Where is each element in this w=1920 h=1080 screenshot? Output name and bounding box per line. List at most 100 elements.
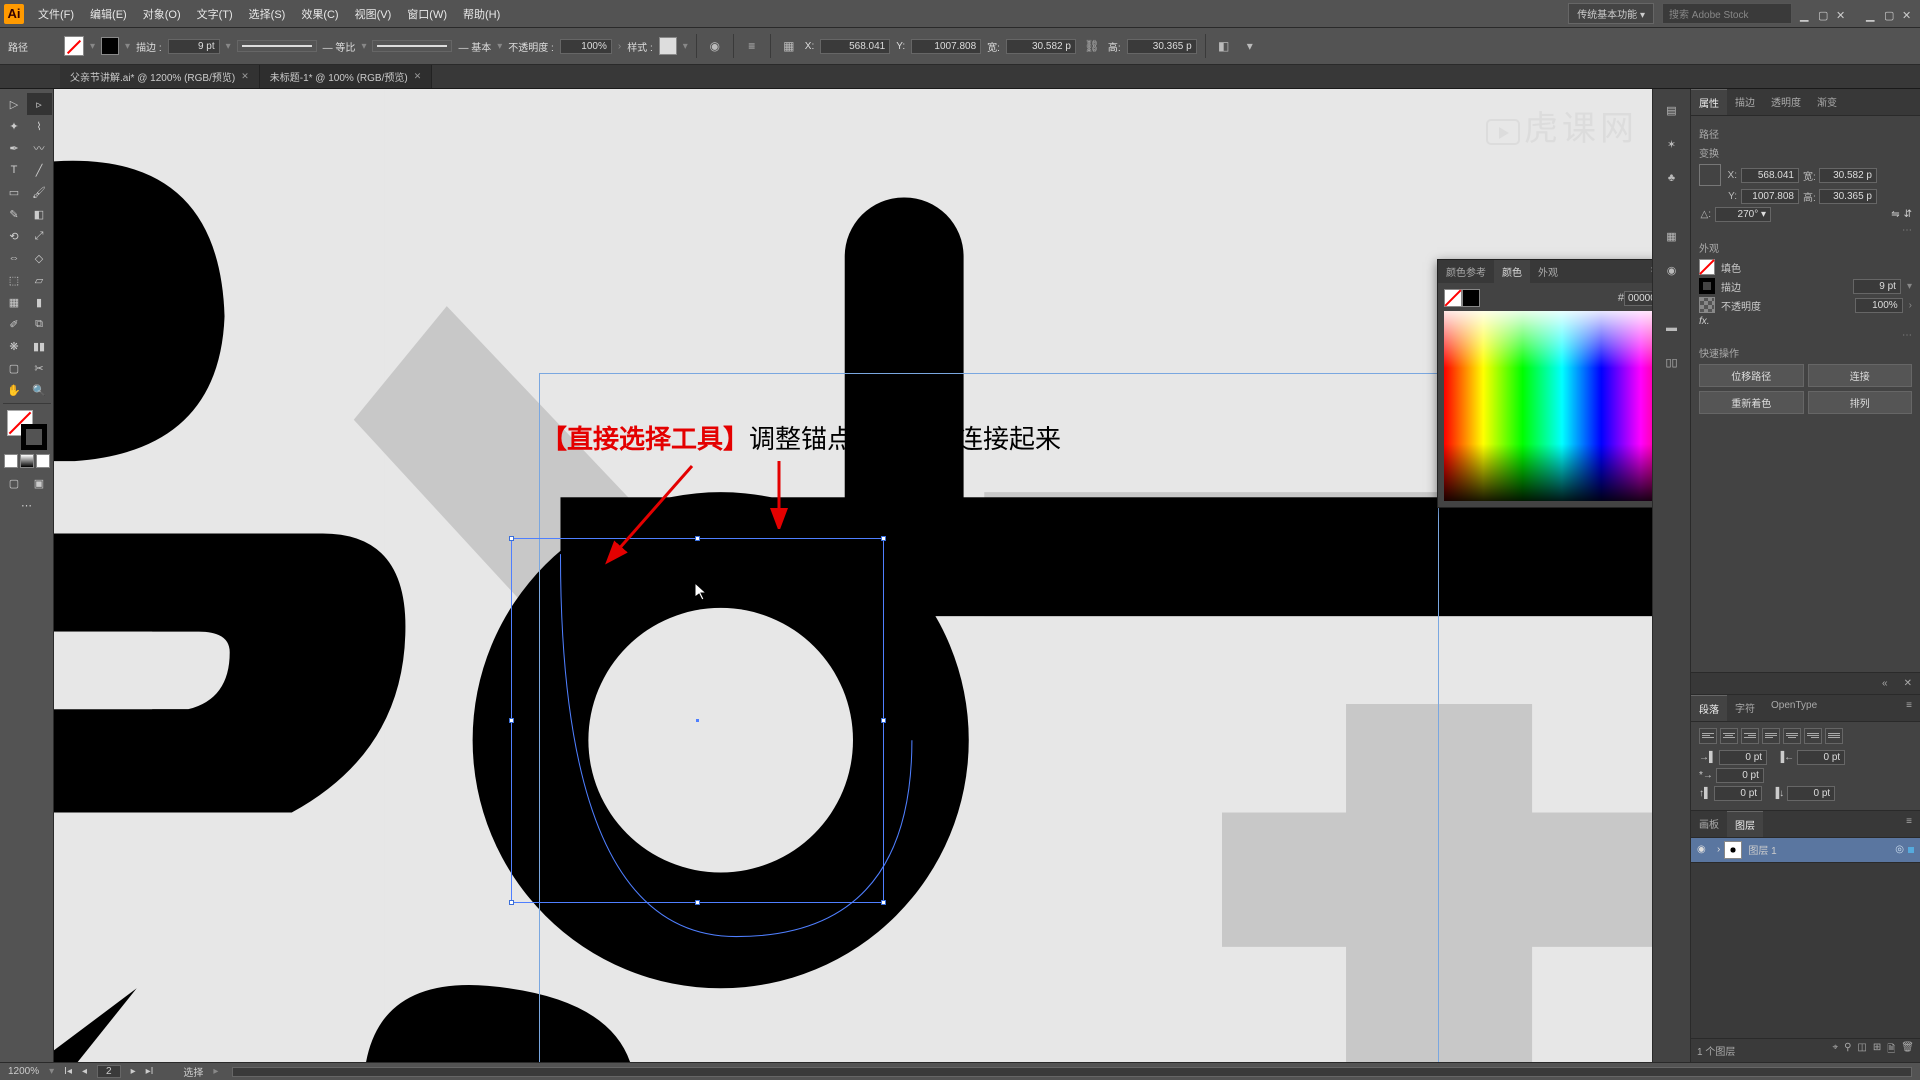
color-mode-solid[interactable] <box>4 454 18 468</box>
prop-y-input[interactable] <box>1741 189 1799 204</box>
dock-stroke-icon[interactable]: ▬ <box>1661 317 1683 339</box>
color-mode-none[interactable] <box>36 454 50 468</box>
artboard-nav-last-icon[interactable]: ▸I <box>146 1066 154 1077</box>
quick-arrange[interactable]: 排列 <box>1808 391 1913 414</box>
align-center-icon[interactable] <box>1720 728 1738 744</box>
appearance-stroke-input[interactable] <box>1853 279 1901 294</box>
selection-bounding-box[interactable] <box>511 538 884 903</box>
artboard-nav-next-icon[interactable]: ▸ <box>131 1066 136 1077</box>
pen-tool[interactable]: ✒ <box>2 137 27 159</box>
window-controls[interactable]: ▁ ▢ ✕ ▁ ▢ ✕ <box>1800 9 1916 19</box>
type-tool[interactable]: T <box>2 159 27 181</box>
more-icon[interactable]: ▾ <box>1240 36 1260 56</box>
color-panel[interactable]: 颜色参考 颜色 外观 » ≡ # <box>1437 259 1652 508</box>
artboard-nav-first-icon[interactable]: I◂ <box>64 1066 72 1077</box>
menu-select[interactable]: 选择(S) <box>241 2 294 26</box>
rectangle-tool[interactable]: ▭ <box>2 181 27 203</box>
app-minimize-icon[interactable]: ▁ <box>1866 9 1880 19</box>
canvas-area[interactable]: 【直接选择工具】调整锚点，将笔画连接起来 颜色参考 颜色 外观 » ≡ <box>54 89 1652 1062</box>
direct-selection-tool[interactable]: ▹ <box>27 93 52 115</box>
delete-layer-icon[interactable]: 🗑 <box>1901 1042 1914 1059</box>
zoom-tool[interactable]: 🔍 <box>27 379 52 401</box>
shape-builder-tool[interactable]: ⬚ <box>2 269 27 291</box>
flip-h-icon[interactable]: ⇋ <box>1891 209 1899 220</box>
dock-color-icon[interactable]: ◉ <box>1661 259 1683 281</box>
magic-wand-tool[interactable]: ✦ <box>2 115 27 137</box>
doc-minimize-icon[interactable]: ▁ <box>1800 9 1814 19</box>
justify-right-icon[interactable] <box>1804 728 1822 744</box>
doc-close-icon[interactable]: ✕ <box>1836 9 1850 19</box>
edit-toolbar[interactable]: ⋯ <box>3 494 51 516</box>
zoom-level[interactable]: 1200% <box>8 1066 39 1077</box>
tab-stroke[interactable]: 描边 <box>1727 89 1763 115</box>
isolate-icon[interactable]: ◧ <box>1214 36 1234 56</box>
visibility-icon[interactable]: ◉ <box>1697 844 1711 855</box>
tab-close-icon[interactable]: ✕ <box>414 71 422 82</box>
stock-search[interactable]: 搜索 Adobe Stock <box>1662 3 1792 24</box>
rotate-tool[interactable]: ⟲ <box>2 225 27 247</box>
stroke-swatch[interactable] <box>101 37 119 55</box>
appearance-opacity-swatch[interactable] <box>1699 297 1715 313</box>
app-maximize-icon[interactable]: ▢ <box>1884 9 1898 19</box>
justify-left-icon[interactable] <box>1762 728 1780 744</box>
layers-menu-icon[interactable]: ≡ <box>1898 811 1920 837</box>
para-close-icon[interactable]: ✕ <box>1896 673 1920 694</box>
reference-point-icon[interactable] <box>1699 164 1721 186</box>
color-stroke-swatch[interactable] <box>1462 289 1480 307</box>
hex-input[interactable] <box>1624 291 1652 306</box>
shaper-tool[interactable]: ✎ <box>2 203 27 225</box>
quick-join[interactable]: 连接 <box>1808 364 1913 387</box>
color-fill-none-swatch[interactable] <box>1444 289 1462 307</box>
menu-help[interactable]: 帮助(H) <box>455 2 508 26</box>
selection-tool[interactable]: ▷ <box>2 93 27 115</box>
layer-name[interactable]: 图层 1 <box>1748 842 1776 857</box>
slice-tool[interactable]: ✂ <box>27 357 52 379</box>
indent-first-input[interactable] <box>1716 768 1764 783</box>
perspective-tool[interactable]: ▱ <box>27 269 52 291</box>
justify-all-icon[interactable] <box>1825 728 1843 744</box>
blend-tool[interactable]: ⧉ <box>27 313 52 335</box>
quick-recolor[interactable]: 重新着色 <box>1699 391 1804 414</box>
align-icon[interactable]: ≡ <box>742 36 762 56</box>
dock-brushes-icon[interactable]: ✶ <box>1661 133 1683 155</box>
tab-color[interactable]: 颜色 <box>1494 260 1530 283</box>
doc-restore-icon[interactable]: ▢ <box>1818 9 1832 19</box>
expand-icon[interactable]: › <box>1717 844 1720 855</box>
stroke-profile-basic[interactable] <box>372 40 452 52</box>
stroke-swatch-large[interactable] <box>21 424 47 450</box>
artboard-tool[interactable]: ▢ <box>2 357 27 379</box>
justify-center-icon[interactable] <box>1783 728 1801 744</box>
dock-align-icon[interactable]: ▯▯ <box>1661 351 1683 373</box>
opacity-input[interactable] <box>560 39 612 54</box>
indent-left-input[interactable] <box>1719 750 1767 765</box>
para-collapse-icon[interactable]: « <box>1874 673 1896 694</box>
tab-gradient[interactable]: 渐变 <box>1809 89 1845 115</box>
app-close-icon[interactable]: ✕ <box>1902 9 1916 19</box>
color-spectrum[interactable] <box>1444 311 1652 501</box>
tab-document-2[interactable]: 未标题-1* @ 100% (RGB/预览) ✕ <box>260 65 433 88</box>
horizontal-scrollbar[interactable] <box>232 1067 1912 1077</box>
menu-effect[interactable]: 效果(C) <box>293 2 346 26</box>
scale-tool[interactable]: ⤢ <box>27 225 52 247</box>
menu-edit[interactable]: 编辑(E) <box>82 2 135 26</box>
width-tool[interactable]: ⇔ <box>2 247 27 269</box>
lasso-tool[interactable]: ⌇ <box>27 115 52 137</box>
tab-paragraph[interactable]: 段落 <box>1691 695 1727 721</box>
space-before-input[interactable] <box>1714 786 1762 801</box>
transform-icon[interactable]: ▦ <box>779 36 799 56</box>
tab-layers[interactable]: 图层 <box>1727 811 1763 837</box>
tab-artboards[interactable]: 画板 <box>1691 811 1727 837</box>
indent-right-input[interactable] <box>1797 750 1845 765</box>
recolor-icon[interactable]: ◉ <box>705 36 725 56</box>
curvature-tool[interactable]: 〰 <box>27 137 52 159</box>
fx-label[interactable]: fx. <box>1699 316 1710 327</box>
find-object-icon[interactable]: ⚲ <box>1844 1042 1851 1059</box>
new-sublayer-icon[interactable]: ⊞ <box>1873 1042 1881 1059</box>
tab-opentype[interactable]: OpenType <box>1763 695 1825 721</box>
space-after-input[interactable] <box>1787 786 1835 801</box>
appearance-more-icon[interactable]: ⋯ <box>1699 330 1912 341</box>
color-panel-collapse-icon[interactable]: » <box>1643 260 1652 283</box>
screen-mode-full[interactable]: ▣ <box>27 472 52 494</box>
more-options-icon[interactable]: ⋯ <box>1699 225 1912 236</box>
quick-offset-path[interactable]: 位移路径 <box>1699 364 1804 387</box>
